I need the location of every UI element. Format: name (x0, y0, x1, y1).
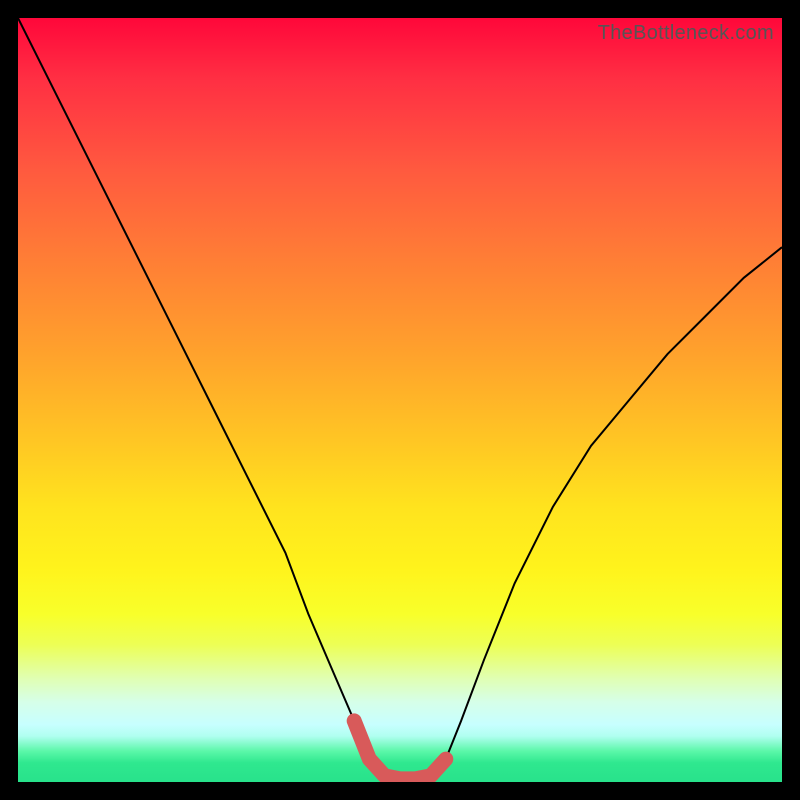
chart-frame: TheBottleneck.com (0, 0, 800, 800)
bottleneck-curve (18, 18, 782, 779)
plot-area: TheBottleneck.com (18, 18, 782, 782)
chart-overlay (18, 18, 782, 782)
optimal-range-marker (354, 721, 446, 779)
